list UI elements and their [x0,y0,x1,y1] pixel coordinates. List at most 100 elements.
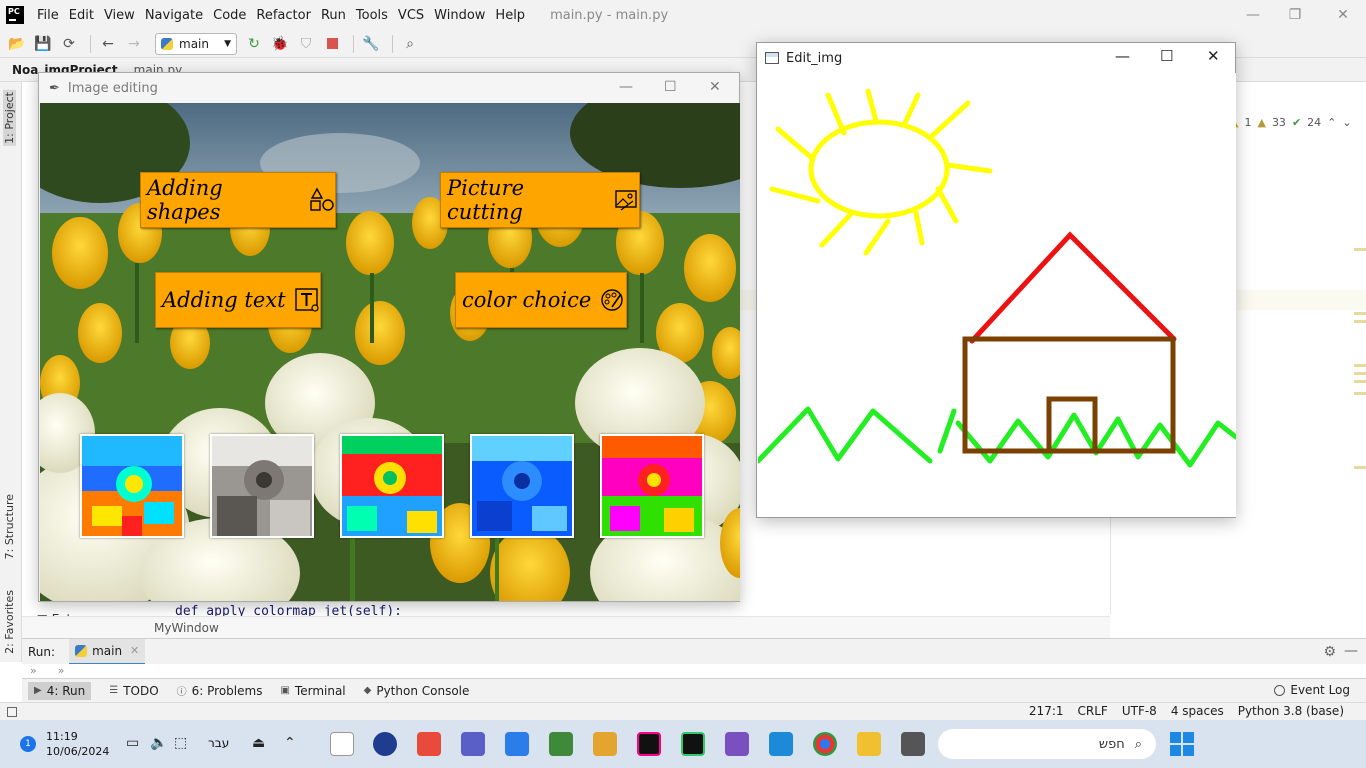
tab-structure[interactable]: 7: Structure [3,494,16,559]
wrench-icon[interactable]: 🔧 [360,33,382,55]
drawing-canvas[interactable] [755,73,1239,517]
indent-setting[interactable]: 4 spaces [1171,704,1224,718]
back-arrow-icon[interactable]: ← [97,33,119,55]
scrollbar-marker[interactable] [1354,466,1366,469]
run-tab-main[interactable]: main ✕ [69,638,146,665]
image-editing-titlebar[interactable]: ✒ Image editing — ☐ ✕ [39,73,739,103]
stop-icon[interactable] [321,33,343,55]
scrollbar-marker[interactable] [1354,248,1366,251]
restore-icon[interactable]: ❐ [1272,0,1318,30]
notepad-app-icon[interactable] [330,732,354,756]
menu-file[interactable]: File [32,8,64,23]
chevron-up-icon[interactable]: ⌃ [284,735,296,751]
tab-favorites[interactable]: 2: Favorites [3,590,16,654]
toggle-tool-windows-icon[interactable] [7,706,17,717]
pycharm-app-icon[interactable] [681,732,705,756]
minimize-icon[interactable]: — [619,79,633,95]
windows-start-button[interactable] [1170,732,1194,756]
input-language[interactable]: עבר [208,736,229,750]
ocean-colormap-thumbnail[interactable] [470,434,574,538]
close-icon[interactable]: ✕ [1207,47,1220,65]
structure-breadcrumb[interactable]: MyWindow [22,616,1110,638]
network-icon[interactable]: ⬚ [174,735,187,751]
chevron-down-icon[interactable]: ⌄ [1342,116,1351,129]
edit-img-titlebar[interactable]: Edit_img — ☐ ✕ [757,43,1235,73]
maximize-icon[interactable]: ☐ [664,79,677,95]
tool-tab-terminal[interactable]: ▣ Terminal [280,684,345,698]
forward-arrow-icon[interactable]: → [123,33,145,55]
open-folder-icon[interactable]: 📂 [6,33,28,55]
menu-window[interactable]: Window [429,8,490,23]
menu-refactor[interactable]: Refactor [251,8,316,23]
sync-icon[interactable]: ⟳ [58,33,80,55]
anydesk-app-icon[interactable] [417,732,441,756]
rainbow-colormap-thumbnail[interactable] [340,434,444,538]
minimize-icon[interactable]: — [1230,0,1276,30]
tab-project[interactable]: 1: Project [3,90,16,146]
menu-view[interactable]: View [99,8,140,23]
hsv-colormap-thumbnail[interactable] [600,434,704,538]
debug-bug-icon[interactable]: 🐞 [269,33,291,55]
menu-code[interactable]: Code [208,8,251,23]
menu-navigate[interactable]: Navigate [140,8,208,23]
vscode-app-icon[interactable] [769,732,793,756]
tool-tab-todo[interactable]: ☰ TODO [109,684,158,698]
archive-app-icon[interactable] [593,732,617,756]
close-icon[interactable]: ✕ [709,79,721,95]
picture-cutting-button[interactable]: Picture cutting [440,172,640,228]
scrollbar-marker[interactable] [1354,364,1366,367]
volume-icon[interactable]: 🔈 [150,735,167,751]
minimize-icon[interactable]: — [1115,47,1130,65]
file-encoding[interactable]: UTF-8 [1122,704,1157,718]
taskbar-search[interactable]: חפש ⌕ [938,729,1156,759]
menu-help[interactable]: Help [490,8,530,23]
scrollbar-marker[interactable] [1354,380,1366,383]
file-explorer-app-icon[interactable] [857,732,881,756]
menu-tools[interactable]: Tools [351,8,393,23]
maximize-icon[interactable]: ☐ [1160,47,1173,65]
close-icon[interactable]: ✕ [1320,0,1366,30]
notification-badge[interactable]: 1 [20,736,36,752]
inspection-widget[interactable]: ▲1 ▲33 ✔24 ⌃ ⌄ [1230,112,1352,132]
rerun-icon[interactable]: ↻ [243,33,265,55]
menu-edit[interactable]: Edit [64,8,99,23]
close-tab-icon[interactable]: ✕ [130,644,139,657]
system-clock[interactable]: 11:19 10/06/2024 [46,729,109,759]
chrome-app-icon[interactable] [813,732,837,756]
scrollbar-marker[interactable] [1354,392,1366,395]
menu-run[interactable]: Run [316,8,351,23]
teamviewer-app-icon[interactable] [373,732,397,756]
scrollbar-marker[interactable] [1354,372,1366,375]
task-view-icon[interactable] [901,732,925,756]
chevron-up-icon[interactable]: ⌃ [1327,116,1336,129]
intellij-app-icon[interactable] [637,732,661,756]
search-icon[interactable]: ⌕ [399,33,421,55]
line-separator[interactable]: CRLF [1078,704,1108,718]
menu-vcs[interactable]: VCS [393,8,429,23]
teams-app-icon[interactable] [461,732,485,756]
save-all-icon[interactable]: 💾 [32,33,54,55]
color-choice-button[interactable]: color choice [455,272,627,328]
coverage-icon[interactable]: ⛉ [295,33,317,55]
scrollbar-marker[interactable] [1354,312,1366,315]
python-interpreter[interactable]: Python 3.8 (base) [1238,704,1344,718]
tool-tab-run[interactable]: ▶ 4: Run [28,681,92,700]
run-configuration-select[interactable]: main ▼ [155,32,237,55]
caret-position[interactable]: 217:1 [1029,704,1064,718]
tool-tab-event-log[interactable]: Event Log [1274,683,1350,697]
run-console[interactable]: » » [22,664,1366,678]
excel-app-icon[interactable] [549,732,573,756]
hide-panel-icon[interactable]: — [1344,643,1358,659]
gear-icon[interactable]: ⚙ [1323,644,1336,660]
jet-colormap-thumbnail[interactable] [80,434,184,538]
adding-shapes-button[interactable]: Adding shapes [140,172,336,228]
tool-tab-python-console[interactable]: ◆ Python Console [364,684,470,698]
adding-text-button[interactable]: Adding text [155,272,321,328]
battery-icon[interactable]: ▭ [126,735,139,751]
visual-studio-app-icon[interactable] [725,732,749,756]
todo-app-icon[interactable] [505,732,529,756]
scrollbar-marker[interactable] [1354,320,1366,323]
usb-eject-icon[interactable]: ⏏ [252,735,265,751]
tool-tab-problems[interactable]: ⓘ 6: Problems [177,683,263,699]
sepia-grayscale-thumbnail[interactable] [210,434,314,538]
